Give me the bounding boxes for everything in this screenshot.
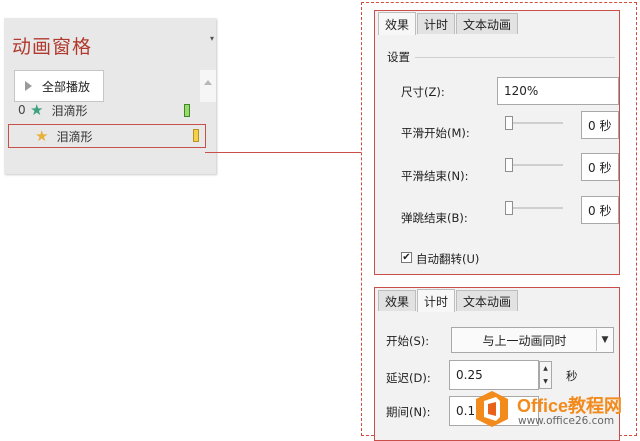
spin-up-icon[interactable]: ▲ (540, 362, 551, 375)
smooth-start-slider-thumb[interactable] (505, 116, 513, 130)
callout-connector-line (205, 152, 361, 153)
animation-order-number: 0 (18, 103, 26, 117)
spin-down-icon[interactable]: ▼ (540, 375, 551, 388)
auto-reverse-label: 自动翻转(U) (416, 252, 480, 266)
effect-panel-tabbar: 效果 计时 文本动画 (378, 12, 519, 35)
delay-spinner[interactable]: ▲ ▼ (539, 361, 552, 389)
tab-effect[interactable]: 效果 (378, 12, 417, 35)
site-watermark: Office教程网 www.office26.com (468, 389, 638, 435)
play-icon (25, 81, 32, 91)
start-select[interactable]: 与上一动画同时 ▼ (451, 327, 614, 353)
smooth-end-input[interactable]: 0 秒 (581, 153, 619, 181)
settings-divider (415, 57, 615, 58)
animation-list-item-selected[interactable]: ★ 泪滴形 (8, 124, 206, 148)
tab-text-animation[interactable]: 文本动画 (456, 13, 519, 34)
smooth-start-input[interactable]: 0 秒 (581, 111, 619, 139)
bounce-end-label: 弹跳结束(B): (401, 211, 468, 225)
chevron-down-icon: ▼ (596, 329, 613, 351)
tab-timing[interactable]: 计时 (417, 289, 456, 312)
scroll-up-arrow-icon (204, 80, 212, 85)
bounce-end-slider[interactable] (505, 207, 563, 209)
auto-reverse-checkbox[interactable]: ✔ (401, 252, 412, 263)
emphasis-star-icon: ★ (35, 127, 49, 145)
size-input[interactable]: 120% (497, 77, 619, 105)
emphasis-star-icon: ★ (30, 101, 44, 119)
animation-effect-name: 泪滴形 (56, 129, 93, 144)
settings-group-header: 设置 (387, 50, 410, 64)
bounce-end-input[interactable]: 0 秒 (581, 196, 619, 224)
office-logo-icon (476, 391, 508, 427)
smooth-end-slider-thumb[interactable] (505, 158, 513, 172)
animation-effect-name: 泪滴形 (51, 103, 88, 118)
timeline-bar[interactable] (193, 129, 199, 142)
smooth-start-label: 平滑开始(M): (401, 126, 470, 140)
animation-pane-title: 动画窗格 (12, 36, 93, 58)
start-label: 开始(S): (386, 334, 430, 348)
start-select-value: 与上一动画同时 (482, 333, 567, 348)
delay-unit: 秒 (566, 369, 578, 383)
timing-panel-tabbar: 效果 计时 文本动画 (378, 289, 519, 312)
play-all-label: 全部播放 (42, 79, 91, 94)
animation-list-item[interactable]: 0 ★ 泪滴形 (18, 100, 190, 120)
tab-effect[interactable]: 效果 (378, 290, 417, 311)
play-all-button[interactable]: 全部播放 (14, 70, 104, 102)
timeline-bar[interactable] (184, 104, 190, 117)
effect-options-panel: 效果 计时 文本动画 设置 尺寸(Z): 120% 平滑开始(M): 0 秒 平… (374, 10, 620, 275)
smooth-end-label: 平滑结束(N): (401, 169, 469, 183)
smooth-end-slider[interactable] (505, 164, 563, 166)
watermark-url: www.office26.com (518, 415, 615, 427)
tab-text-animation[interactable]: 文本动画 (456, 290, 519, 311)
pane-scroll-up-button[interactable] (200, 70, 216, 102)
animation-pane: 动画窗格 ▾ 全部播放 (4, 18, 216, 174)
size-label: 尺寸(Z): (401, 85, 445, 99)
delay-input[interactable]: 0.25 (449, 360, 539, 390)
smooth-start-slider[interactable] (505, 122, 563, 124)
pane-options-dropdown-icon[interactable]: ▾ (210, 34, 214, 43)
duration-label: 期间(N): (386, 405, 431, 419)
delay-label: 延迟(D): (386, 371, 431, 385)
bounce-end-slider-thumb[interactable] (505, 201, 513, 215)
tab-timing[interactable]: 计时 (417, 13, 456, 34)
